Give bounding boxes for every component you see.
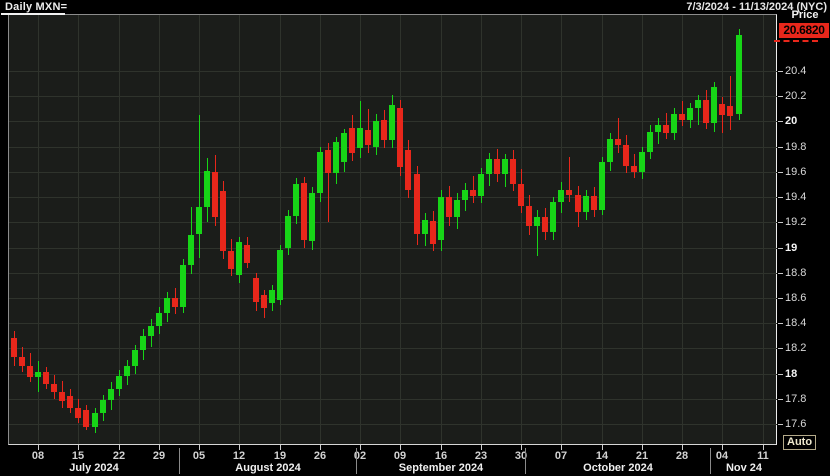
x-tick-label: 04 (709, 450, 735, 462)
x-tick-mark (642, 445, 643, 450)
y-tick-mark (778, 374, 783, 375)
month-label: September 2024 (376, 462, 506, 474)
y-tick-label: 20.4 (785, 65, 829, 77)
x-tick-mark (763, 445, 764, 450)
y-tick-label: 19.4 (785, 191, 829, 203)
x-tick-label: 09 (387, 450, 413, 462)
x-tick-label: 30 (508, 450, 534, 462)
y-tick-mark (778, 96, 783, 97)
month-label: October 2024 (553, 462, 683, 474)
x-tick-label: 28 (669, 450, 695, 462)
x-tick-mark (400, 445, 401, 450)
x-tick-label: 16 (428, 450, 454, 462)
x-tick-label: 22 (106, 450, 132, 462)
x-tick-mark (320, 445, 321, 450)
month-label: August 2024 (203, 462, 333, 474)
y-tick-label: 18.2 (785, 342, 829, 354)
y-tick-mark (778, 172, 783, 173)
x-tick-label: 05 (186, 450, 212, 462)
month-separator (710, 448, 711, 474)
y-tick-mark (778, 248, 783, 249)
x-tick-mark (521, 445, 522, 450)
x-tick-label: 02 (347, 450, 373, 462)
y-tick-label: 19.8 (785, 141, 829, 153)
x-tick-label: 12 (226, 450, 252, 462)
y-tick-label: 18.4 (785, 317, 829, 329)
month-label: July 2024 (29, 462, 159, 474)
y-tick-label: 19.6 (785, 166, 829, 178)
price-axis-title: Price (781, 9, 829, 21)
month-separator (179, 448, 180, 474)
x-tick-mark (38, 445, 39, 450)
x-tick-mark (682, 445, 683, 450)
y-tick-mark (778, 71, 783, 72)
x-tick-mark (481, 445, 482, 450)
x-tick-mark (602, 445, 603, 450)
y-tick-mark (778, 298, 783, 299)
plot-area[interactable] (8, 14, 777, 445)
y-tick-label: 18.6 (785, 292, 829, 304)
y-tick-label: 17.6 (785, 418, 829, 430)
title-underline (1, 13, 65, 15)
x-tick-label: 23 (468, 450, 494, 462)
y-tick-mark (778, 273, 783, 274)
x-tick-label: 08 (25, 450, 51, 462)
y-tick-label: 18 (785, 368, 829, 380)
y-tick-mark (778, 399, 783, 400)
y-tick-mark (778, 147, 783, 148)
y-tick-label: 19 (785, 242, 829, 254)
y-tick-label: 20.2 (785, 90, 829, 102)
x-tick-mark (159, 445, 160, 450)
x-tick-label: 19 (267, 450, 293, 462)
x-tick-label: 29 (146, 450, 172, 462)
x-tick-mark (360, 445, 361, 450)
x-tick-mark (280, 445, 281, 450)
auto-scale-button[interactable]: Auto (783, 435, 816, 450)
y-tick-mark (778, 121, 783, 122)
y-tick-label: 20 (785, 115, 829, 127)
y-tick-mark (778, 197, 783, 198)
month-label: Nov 24 (679, 462, 809, 474)
y-tick-mark (778, 222, 783, 223)
x-tick-label: 26 (307, 450, 333, 462)
x-tick-mark (441, 445, 442, 450)
month-separator (525, 448, 526, 474)
x-tick-label: 07 (548, 450, 574, 462)
last-price-dashed-line (774, 40, 818, 42)
y-tick-mark (778, 348, 783, 349)
x-tick-mark (199, 445, 200, 450)
x-tick-label: 11 (750, 450, 776, 462)
x-tick-mark (119, 445, 120, 450)
y-tick-mark (778, 424, 783, 425)
x-tick-mark (239, 445, 240, 450)
last-price-badge: 20.6820 (779, 23, 829, 38)
y-tick-label: 18.8 (785, 267, 829, 279)
x-tick-mark (722, 445, 723, 450)
x-tick-mark (78, 445, 79, 450)
chart-window: Daily MXN= 7/3/2024 - 11/13/2024 (NYC) 2… (0, 0, 830, 476)
x-tick-label: 15 (65, 450, 91, 462)
x-tick-label: 14 (589, 450, 615, 462)
month-separator (356, 448, 357, 474)
y-tick-mark (778, 323, 783, 324)
y-tick-label: 17.8 (785, 393, 829, 405)
x-tick-mark (561, 445, 562, 450)
x-tick-label: 21 (629, 450, 655, 462)
chart-title: Daily MXN= (5, 1, 67, 13)
y-tick-label: 19.2 (785, 216, 829, 228)
